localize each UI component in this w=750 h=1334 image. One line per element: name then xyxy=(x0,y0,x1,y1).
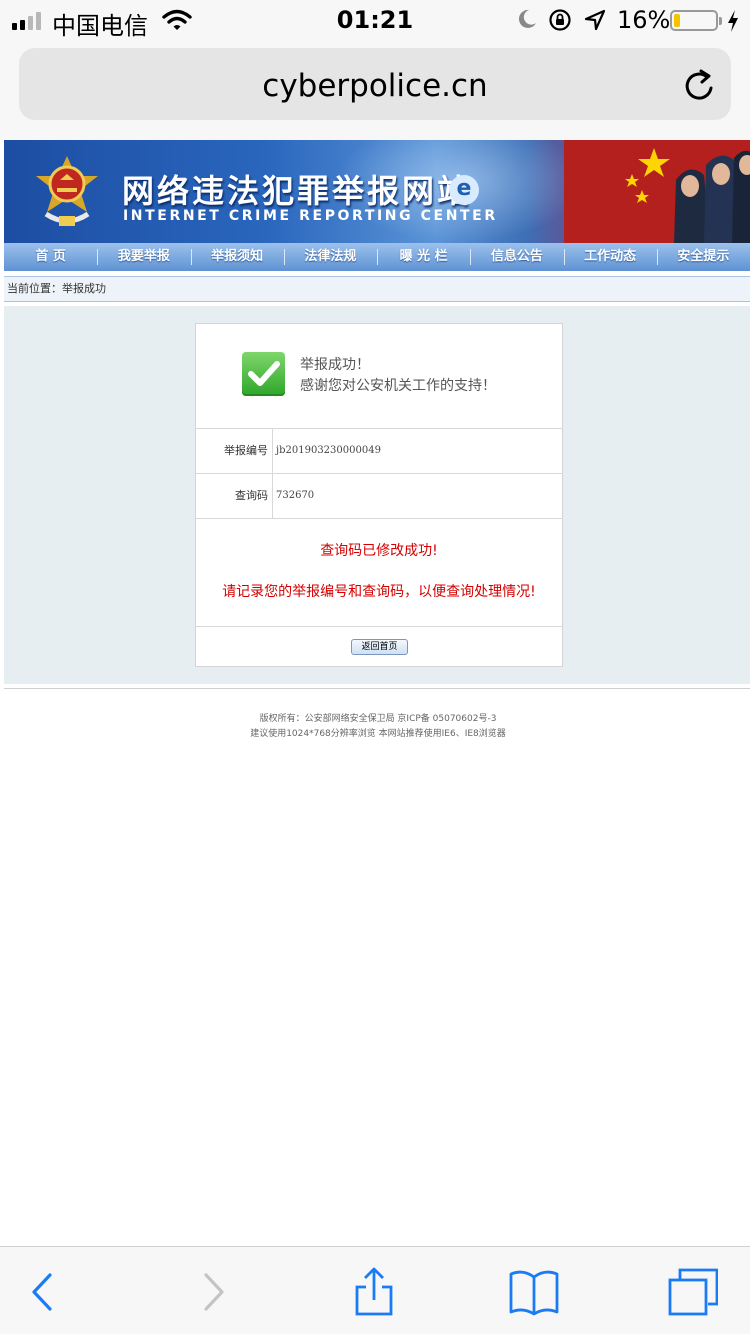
breadcrumb: 当前位置：举报成功 xyxy=(4,276,750,302)
footer-copyright: 版权所有：公安部网络安全保卫局 京ICP备 05070602号-3 xyxy=(259,714,497,724)
browser-toolbar xyxy=(0,1246,750,1334)
internet-e-icon: e xyxy=(449,175,479,205)
query-code-value: 732670 xyxy=(276,490,315,501)
return-home-button[interactable]: 返回首页 xyxy=(351,639,408,655)
nav-item-announcements[interactable]: 信息公告 xyxy=(470,243,563,271)
query-code-row: 查询码 732670 xyxy=(196,474,562,519)
thanks-message: 感谢您对公安机关工作的支持！ xyxy=(300,378,496,394)
query-code-updated-notice: 查询码已修改成功! xyxy=(320,543,438,559)
charging-bolt-icon xyxy=(726,9,740,37)
success-message-row: 举报成功！ 感谢您对公安机关工作的支持！ xyxy=(196,324,562,429)
reload-icon[interactable] xyxy=(683,68,715,106)
site-banner: 网络违法犯罪举报网站 INTERNET CRIME REPORTING CENT… xyxy=(4,140,750,243)
nav-item-report-guide[interactable]: 举报须知 xyxy=(190,243,284,271)
result-panel: 举报成功！ 感谢您对公安机关工作的支持！ 举报编号 jb201903230000… xyxy=(195,323,563,667)
footer-browser-note: 建议使用1024*768分辨率浏览 本网站推荐使用IE6、IE8浏览器 xyxy=(250,729,506,739)
police-emblem-logo xyxy=(32,154,102,234)
report-number-value: jb201903230000049 xyxy=(276,445,381,456)
back-icon[interactable] xyxy=(18,1267,68,1317)
report-number-row: 举报编号 jb201903230000049 xyxy=(196,429,562,474)
nav-item-work-news[interactable]: 工作动态 xyxy=(563,243,657,271)
main-nav: 首 页 我要举报 举报须知 法律法规 曝 光 栏 信息公告 工作动态 安全提示 xyxy=(4,243,750,271)
nav-item-exposure[interactable]: 曝 光 栏 xyxy=(377,243,470,271)
success-check-icon xyxy=(242,352,285,396)
tabs-icon[interactable] xyxy=(668,1267,719,1317)
battery-percentage: 16% xyxy=(617,6,671,34)
battery-icon xyxy=(670,10,722,31)
url-text[interactable]: cyberpolice.cn xyxy=(19,68,731,104)
notice-row: 查询码已修改成功! 请记录您的举报编号和查询码，以便查询处理情况! xyxy=(196,520,562,627)
share-icon[interactable] xyxy=(349,1267,399,1317)
nav-item-laws[interactable]: 法律法规 xyxy=(283,243,377,271)
do-not-disturb-moon-icon xyxy=(516,8,538,34)
battery-level-fill xyxy=(674,14,680,27)
nav-item-security-tips[interactable]: 安全提示 xyxy=(656,243,750,271)
nav-item-home[interactable]: 首 页 xyxy=(4,243,97,271)
status-bar: 中国电信 01:21 16% xyxy=(0,0,750,40)
footer-divider xyxy=(4,688,750,689)
address-bar[interactable]: cyberpolice.cn xyxy=(19,48,731,120)
record-reminder-notice: 请记录您的举报编号和查询码，以便查询处理情况! xyxy=(222,584,536,600)
nav-item-report[interactable]: 我要举报 xyxy=(97,243,190,271)
report-number-label: 举报编号 xyxy=(196,429,273,473)
forward-icon[interactable] xyxy=(188,1267,238,1317)
browser-top-bar: cyberpolice.cn xyxy=(0,40,750,140)
site-subtitle: INTERNET CRIME REPORTING CENTER xyxy=(123,208,498,224)
flag-and-police-graphic xyxy=(564,140,750,243)
query-code-label: 查询码 xyxy=(196,474,273,518)
orientation-lock-icon xyxy=(548,8,572,36)
bookmarks-icon[interactable] xyxy=(509,1267,559,1317)
success-message: 举报成功！ xyxy=(300,357,370,373)
location-arrow-icon xyxy=(584,9,606,35)
site-title: 网络违法犯罪举报网站 xyxy=(122,172,473,210)
